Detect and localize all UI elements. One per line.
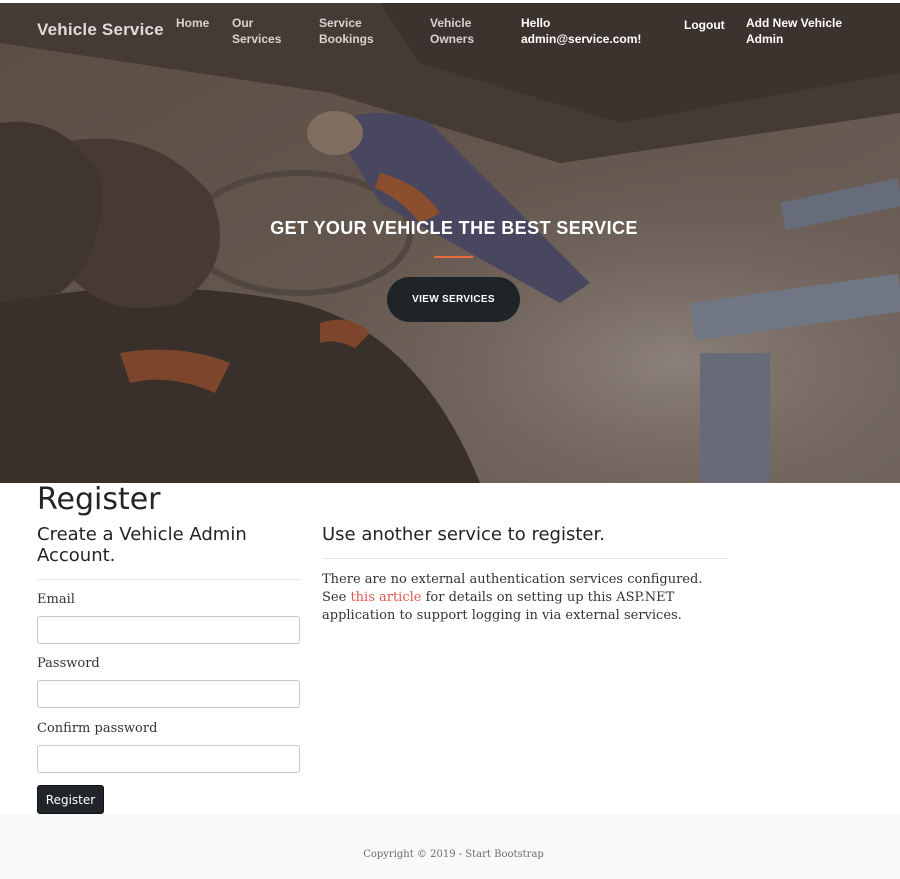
register-form-header: Create a Vehicle Admin Account.: [37, 524, 300, 580]
this-article-link[interactable]: this article: [350, 590, 421, 605]
register-subtitle-line2: Account.: [37, 545, 116, 566]
external-auth-title: Use another service to register.: [322, 524, 605, 545]
password-field[interactable]: [37, 680, 300, 708]
confirm-password-field[interactable]: [37, 745, 300, 773]
footer: Copyright © 2019 - Start Bootstrap: [0, 814, 900, 879]
nav-home[interactable]: Home: [176, 15, 209, 31]
nav-user-greeting-line1: Hello: [521, 16, 551, 30]
nav-vehicle-owners-line2: Owners: [430, 32, 475, 46]
nav-logout-label: Logout: [684, 18, 725, 32]
nav-vehicle-owners-line1: Vehicle: [430, 16, 472, 30]
nav-home-label: Home: [176, 16, 210, 30]
register-subtitle: Create a Vehicle Admin Account.: [37, 524, 300, 566]
hero-title: GET YOUR VEHICLE THE BEST SERVICE: [270, 218, 638, 238]
email-label: Email: [37, 592, 75, 607]
nav-our-services-line2: Services: [232, 32, 282, 46]
external-auth-section: Use another service to register.: [322, 524, 728, 559]
nav-our-services[interactable]: Our Services: [232, 15, 281, 47]
page-title: Register: [37, 482, 161, 517]
copyright-text: Copyright © 2019 - Start Bootstrap: [363, 849, 544, 860]
email-field[interactable]: [37, 616, 300, 644]
external-auth-message: There are no external authentication ser…: [322, 571, 727, 625]
nav-user-greeting-line2: admin@service.com!: [521, 32, 642, 46]
nav-add-vehicle-admin-line2: Admin: [746, 32, 784, 46]
external-auth-divider: [322, 558, 728, 559]
brand-logo[interactable]: Vehicle Service: [37, 20, 164, 40]
view-services-button[interactable]: VIEW SERVICES: [387, 277, 520, 322]
register-button[interactable]: Register: [37, 785, 104, 814]
hero-section: Vehicle Service Home Our Services Servic…: [0, 3, 900, 483]
form-divider: [37, 579, 300, 580]
nav-service-bookings-line2: Bookings: [319, 32, 374, 46]
nav-logout[interactable]: Logout: [684, 17, 725, 33]
nav-vehicle-owners[interactable]: Vehicle Owners: [430, 15, 474, 47]
confirm-password-label: Confirm password: [37, 721, 158, 736]
register-subtitle-line1: Create a Vehicle Admin: [37, 524, 247, 545]
navbar: Vehicle Service Home Our Services Servic…: [0, 3, 900, 63]
nav-our-services-line1: Our: [232, 16, 254, 30]
nav-service-bookings-line1: Service: [319, 16, 362, 30]
nav-user-greeting[interactable]: Hello admin@service.com!: [521, 15, 641, 47]
hero-overlay: [0, 3, 900, 483]
nav-add-vehicle-admin[interactable]: Add New Vehicle Admin: [746, 15, 842, 47]
hero-divider: [434, 256, 473, 258]
nav-service-bookings[interactable]: Service Bookings: [319, 15, 374, 47]
password-label: Password: [37, 656, 100, 671]
nav-add-vehicle-admin-line1: Add New Vehicle: [746, 16, 843, 30]
